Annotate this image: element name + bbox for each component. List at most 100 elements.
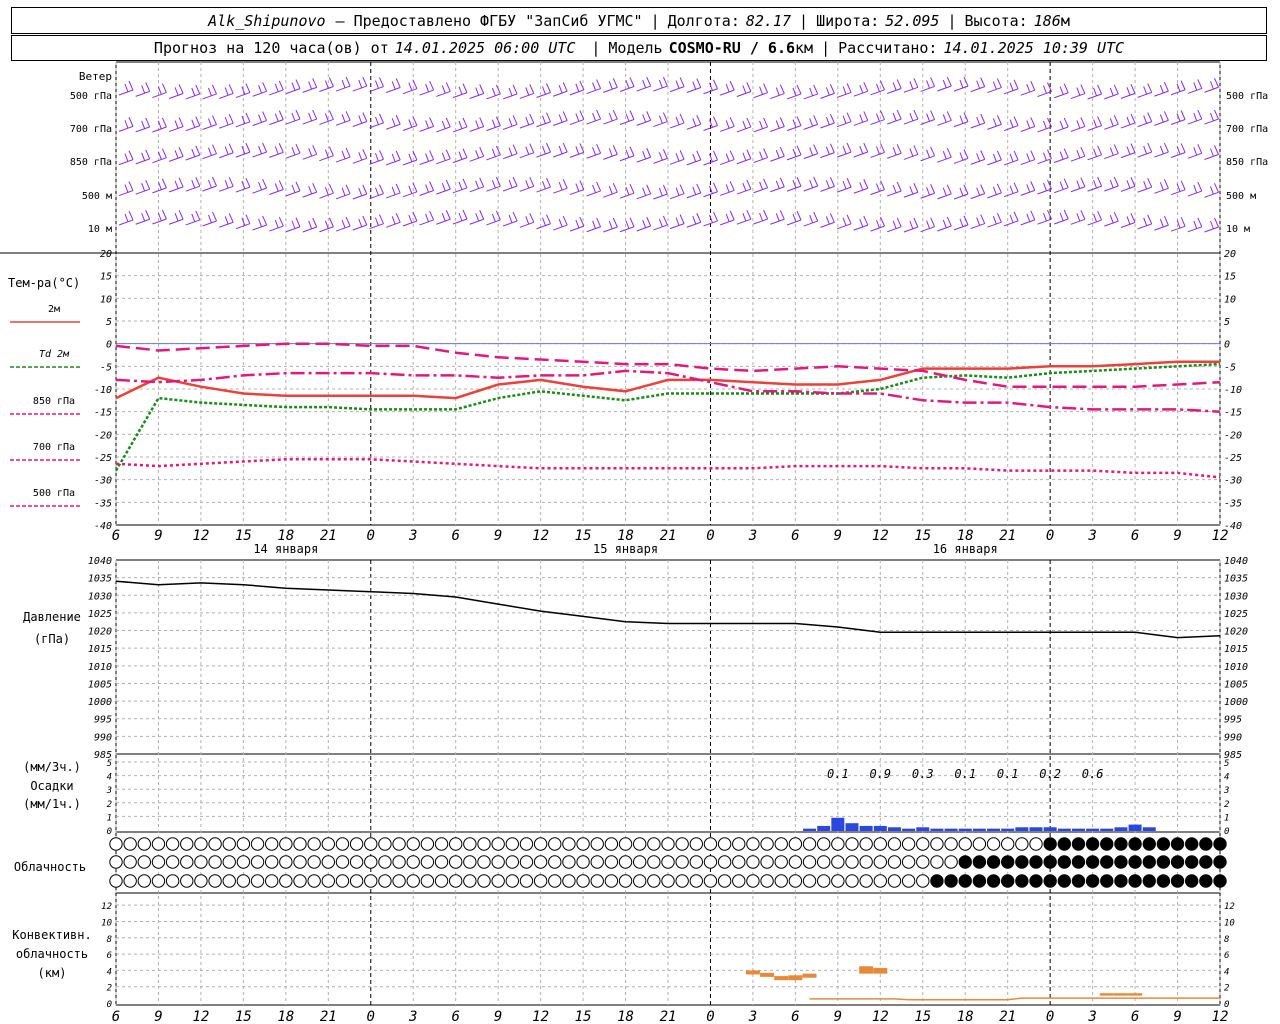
wind-barb-feather bbox=[508, 87, 513, 97]
cloud-cover-symbol bbox=[1029, 874, 1043, 888]
cloud-cover-symbol bbox=[335, 874, 350, 888]
cloud-cover-symbol bbox=[661, 837, 675, 851]
wind-barb-shaft bbox=[1003, 159, 1019, 166]
wind-barb-feather bbox=[1026, 153, 1031, 162]
wind-barb-feather bbox=[1214, 145, 1219, 155]
x-tick-label: 21 bbox=[660, 1009, 677, 1024]
wind-barb-feather bbox=[1147, 142, 1153, 153]
wind-barb-feather bbox=[1080, 84, 1086, 94]
wind-barb-feather bbox=[1009, 153, 1014, 163]
wind-barb-feather bbox=[1147, 177, 1153, 188]
wind-barb-shaft bbox=[1054, 126, 1069, 133]
wind-barb-shaft bbox=[118, 159, 134, 166]
wind-barb-shaft bbox=[820, 185, 835, 192]
wind-barb-feather bbox=[542, 217, 546, 226]
y-tick-label: -20 bbox=[94, 430, 112, 441]
wind-barb-feather bbox=[829, 113, 835, 124]
wind-barb-feather bbox=[575, 113, 580, 122]
wind-level-label: 10 м bbox=[88, 224, 112, 235]
cloud-cover-symbol bbox=[137, 837, 152, 851]
wind-barb-feather bbox=[1047, 209, 1052, 220]
cloud-cover-symbol bbox=[717, 837, 732, 851]
wind-barb-shaft bbox=[168, 92, 184, 99]
wind-barb-feather bbox=[863, 142, 869, 153]
wind-barb-feather bbox=[445, 117, 451, 128]
x-tick-label: 9 bbox=[1173, 1009, 1181, 1024]
cloud-cover-symbol bbox=[279, 874, 293, 888]
wind-barb-feather bbox=[462, 178, 468, 189]
wind-barb-feather bbox=[562, 142, 568, 153]
wind-barb-feather bbox=[212, 84, 217, 95]
convective-cloud-bar bbox=[1113, 993, 1128, 996]
wind-barb-feather bbox=[1130, 177, 1136, 187]
wind-barb-feather bbox=[295, 181, 301, 192]
wind-barb-feather bbox=[408, 185, 413, 195]
wind-barb-feather bbox=[345, 111, 351, 121]
wind-barb-feather bbox=[942, 187, 947, 197]
wind-barb-feather bbox=[141, 182, 146, 192]
x-tick-label: 15 bbox=[235, 1009, 252, 1024]
precip-bar bbox=[1015, 827, 1029, 831]
wind-barb-feather bbox=[1080, 146, 1086, 157]
wind-barb-feather bbox=[880, 80, 885, 91]
wind-barb-shaft bbox=[619, 119, 635, 125]
wind-barb-feather bbox=[646, 184, 652, 195]
wind-barb-feather bbox=[178, 84, 184, 94]
wind-barb-shaft bbox=[319, 192, 334, 199]
cloud-cover-symbol bbox=[548, 874, 562, 888]
wind-barb-feather bbox=[161, 83, 167, 93]
wind-barb-feather bbox=[295, 143, 301, 154]
wind-barb-feather bbox=[245, 83, 251, 93]
wind-barb-feather bbox=[425, 184, 430, 193]
wind-barb-shaft bbox=[786, 125, 802, 132]
wind-barb-feather bbox=[408, 153, 413, 163]
wind-barb-feather bbox=[262, 215, 268, 226]
cloud-cover-symbol bbox=[1085, 855, 1100, 869]
y-tick-label: 12 bbox=[1224, 902, 1235, 912]
wind-barb-feather bbox=[1113, 144, 1119, 154]
wind-barb-feather bbox=[980, 150, 986, 160]
cloud-cover-symbol bbox=[703, 855, 718, 869]
wind-barb-shaft bbox=[502, 153, 518, 160]
cloud-cover-symbol bbox=[986, 855, 1001, 869]
wind-barb-feather bbox=[859, 218, 864, 228]
cloud-cover-symbol bbox=[1170, 874, 1185, 888]
wind-barb-row bbox=[118, 209, 1219, 233]
cloud-cover-symbol bbox=[972, 855, 987, 869]
wind-barb-feather bbox=[1126, 87, 1131, 96]
wind-barb-feather bbox=[208, 214, 212, 224]
wind-barb-shaft bbox=[836, 186, 852, 193]
cloud-cover-symbol bbox=[236, 874, 251, 888]
cloud-cover-symbol bbox=[165, 837, 180, 851]
wind-barb-feather bbox=[1126, 116, 1131, 126]
wind-barb-feather bbox=[608, 148, 613, 157]
wind-barb-feather bbox=[274, 219, 279, 229]
cloud-cover-symbol bbox=[760, 874, 774, 888]
cloud-cover-symbol bbox=[788, 874, 803, 888]
wind-barb-feather bbox=[458, 86, 463, 95]
precip-bar bbox=[1142, 827, 1156, 831]
wind-barb-feather bbox=[462, 83, 468, 93]
wind-barb-shaft bbox=[202, 185, 217, 192]
wind-barb-feather bbox=[608, 112, 613, 122]
wind-barb-feather bbox=[1113, 115, 1119, 125]
cloud-cover-symbol bbox=[661, 874, 675, 888]
cloud-cover-symbol bbox=[463, 874, 477, 888]
wind-barb-shaft bbox=[887, 152, 902, 159]
wind-barb-feather bbox=[642, 150, 647, 160]
wind-barb-feather bbox=[642, 114, 647, 123]
cloud-cover-symbol bbox=[958, 837, 972, 851]
wind-barb-shaft bbox=[903, 118, 919, 125]
wind-barb-feather bbox=[675, 153, 680, 162]
wind-barb-feather bbox=[124, 213, 129, 223]
wind-barb-shaft bbox=[870, 189, 885, 196]
wind-barb-feather bbox=[980, 184, 986, 194]
wind-barb-feather bbox=[658, 218, 663, 228]
precip-bar bbox=[887, 827, 901, 831]
cloud-cover-symbol bbox=[746, 837, 760, 851]
wind-barb-shaft bbox=[1204, 154, 1219, 160]
wind-barb-shaft bbox=[452, 126, 468, 133]
wind-barb-feather bbox=[1059, 212, 1064, 222]
precip-bar bbox=[1029, 827, 1043, 831]
wind-barb-feather bbox=[813, 84, 819, 95]
